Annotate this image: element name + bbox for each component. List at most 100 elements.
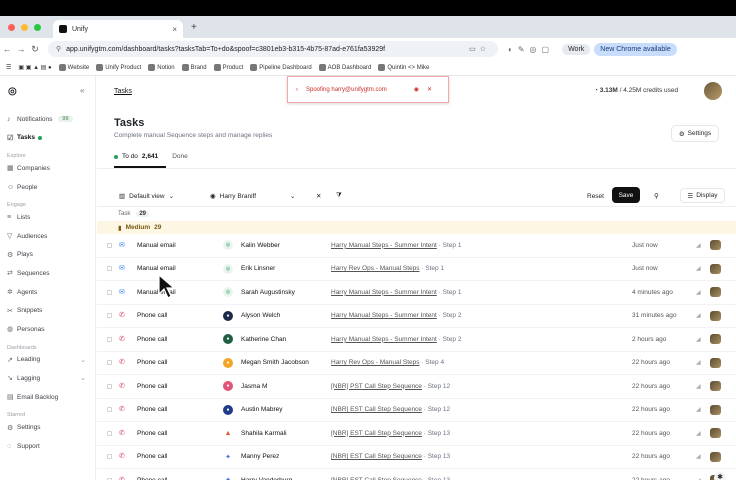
row-checkbox[interactable] xyxy=(107,407,112,413)
priority-icon[interactable]: ◢ xyxy=(696,336,701,343)
table-row[interactable]: ✆ Phone call ● Austin Mabrey [NBR] EST Call … xyxy=(97,399,736,422)
sidebar-item-tasks[interactable]: ☑ Tasks xyxy=(0,129,96,148)
priority-icon[interactable]: ◢ xyxy=(696,312,701,319)
help-widget-icon[interactable]: ✱ xyxy=(714,472,726,480)
sequence-step[interactable]: Harry Manual Steps - Summer Intent · Ste… xyxy=(331,312,461,319)
sidebar-item-personas[interactable]: ◍ Personas xyxy=(0,320,96,339)
tab-todo[interactable]: To do 2,641 xyxy=(114,153,158,160)
forward-icon[interactable]: → xyxy=(14,44,28,54)
sequence-step[interactable]: [NBR] EST Call Step Sequence · Step 13 xyxy=(331,430,450,437)
table-row[interactable]: ✆ Phone call ● Alyson Welch Harry Manual Ste… xyxy=(97,305,736,328)
table-row[interactable]: ✉ Manual email ◎ Kalin Webber Harry Manual S… xyxy=(97,234,736,258)
extensions-icon[interactable]: ◐✎◎▢ xyxy=(508,45,554,54)
bookmark-pipeline-dashboard[interactable]: Pipeline Dashboard xyxy=(250,63,312,71)
bookmark-aob-dashboard[interactable]: AOB Dashboard xyxy=(318,63,371,71)
sequence-step[interactable]: Harry Rev Ops - Manual Steps · Step 4 xyxy=(331,359,444,366)
back-icon[interactable]: ‹ xyxy=(296,87,298,93)
contact-name[interactable]: Erik Linsner xyxy=(241,265,275,272)
sidebar-item-lagging[interactable]: ↘ Lagging ⌄ xyxy=(0,369,96,388)
contact-name[interactable]: Megan Smith Jacobson xyxy=(241,359,309,366)
sequence-step[interactable]: Harry Manual Steps - Summer Intent · Ste… xyxy=(331,242,461,249)
avatar[interactable] xyxy=(704,82,722,100)
owner-select[interactable]: ◉ Harry Braniff ⌄ xyxy=(210,188,296,204)
sidebar-item-support[interactable]: ◌ Support xyxy=(0,437,96,456)
avatar[interactable] xyxy=(710,451,721,462)
address-bar[interactable]: ⚲ app.unifygtm.com/dashboard/tasks?tasks… xyxy=(48,41,498,57)
maximize-window-button[interactable] xyxy=(34,23,41,31)
bookmark-star-icon[interactable]: ▭☆ xyxy=(469,45,490,53)
priority-icon[interactable]: ◢ xyxy=(696,242,701,249)
row-checkbox[interactable] xyxy=(107,289,112,295)
sidebar-item-snippets[interactable]: ✂ Snippets xyxy=(0,301,96,320)
sequence-step[interactable]: Harry Rev Ops - Manual Steps · Step 1 xyxy=(331,265,444,272)
sequence-step[interactable]: [NBR] PST Call Step Sequence · Step 12 xyxy=(331,383,450,390)
table-row[interactable]: ✉ Manual email ◎ Sarah Augustinsky Harry Man… xyxy=(97,281,736,305)
row-checkbox[interactable] xyxy=(107,430,112,436)
contact-name[interactable]: Sarah Augustinsky xyxy=(241,289,295,296)
tab-done[interactable]: Done xyxy=(172,153,188,160)
row-checkbox[interactable] xyxy=(107,454,112,460)
browser-tab[interactable]: Unify × xyxy=(53,20,183,38)
sequence-step[interactable]: [NBR] EST Call Step Sequence · Step 12 xyxy=(331,406,450,413)
bookmark-quintin-mike[interactable]: Quintin <> Mike xyxy=(378,63,429,71)
priority-icon[interactable]: ◢ xyxy=(696,265,701,272)
avatar[interactable] xyxy=(710,357,721,368)
table-row[interactable]: ✆ Phone call ✦ Manny Perez [NBR] EST Call St… xyxy=(97,446,736,469)
bookmark-notion[interactable]: Notion xyxy=(148,63,175,71)
priority-icon[interactable]: ◢ xyxy=(696,289,701,296)
table-row[interactable]: ✆ Phone call ▲ Shahila Karmali [NBR] EST Cal… xyxy=(97,422,736,446)
reload-icon[interactable]: ↻ xyxy=(28,44,42,55)
bookmark-brand[interactable]: Brand xyxy=(181,63,207,71)
avatar[interactable] xyxy=(710,240,721,251)
sidebar-item-plays[interactable]: ⚙ Plays xyxy=(0,246,96,265)
sidebar-item-leading[interactable]: ↗ Leading ⌄ xyxy=(0,351,96,370)
site-info-icon[interactable]: ⚲ xyxy=(56,45,61,53)
sidebar-item-settings[interactable]: ⚙ Settings xyxy=(0,418,96,437)
contact-name[interactable]: Austin Mabrey xyxy=(241,406,283,413)
row-checkbox[interactable] xyxy=(107,336,112,342)
unify-logo-icon[interactable]: ◎ xyxy=(8,86,17,97)
table-row[interactable]: ✉ Manual email ◎ Erik Linsner Harry Rev Ops … xyxy=(97,258,736,281)
display-button[interactable]: ☰ Display xyxy=(680,188,725,203)
bookmark-icons[interactable]: ▣ ▣ ▲ ▤ ● xyxy=(18,64,51,71)
priority-icon[interactable]: ◢ xyxy=(696,359,701,366)
row-checkbox[interactable] xyxy=(107,242,112,248)
view-select[interactable]: ▥ Default view ⌄ xyxy=(119,188,174,204)
settings-button[interactable]: ⚙ Settings xyxy=(671,125,719,142)
table-row[interactable]: ✆Phone call✦Harry Vanderburg[NBR] EST Ca… xyxy=(97,469,736,480)
sidebar-item-audiences[interactable]: ▽ Audiences xyxy=(0,227,96,246)
table-row[interactable]: ✆ Phone call ● Jasma M [NBR] PST Call Step S… xyxy=(97,375,736,399)
save-button[interactable]: Save xyxy=(612,187,640,203)
sequence-step[interactable]: Harry Manual Steps - Summer Intent · Ste… xyxy=(331,289,461,296)
priority-icon[interactable]: ◢ xyxy=(696,430,701,437)
search-icon[interactable]: ⚲ xyxy=(654,188,659,204)
sidebar-item-lists[interactable]: ≡ Lists xyxy=(0,208,96,227)
close-tab-icon[interactable]: × xyxy=(172,25,177,34)
contact-name[interactable]: Manny Perez xyxy=(241,453,279,460)
bookmark-website[interactable]: Website xyxy=(58,63,89,71)
clear-filter-icon[interactable]: ✕ xyxy=(316,188,321,204)
contact-name[interactable]: Jasma M xyxy=(241,383,267,390)
row-checkbox[interactable] xyxy=(107,360,112,366)
close-window-button[interactable] xyxy=(8,23,15,31)
sidebar-item-email-backlog[interactable]: ▤ Email Backlog xyxy=(0,388,96,407)
minimize-window-button[interactable] xyxy=(21,23,28,31)
priority-icon[interactable]: ◢ xyxy=(696,383,701,390)
collapse-sidebar-icon[interactable]: « xyxy=(80,86,84,95)
priority-icon[interactable]: ◢ xyxy=(696,453,701,460)
avatar[interactable] xyxy=(710,287,721,298)
avatar[interactable] xyxy=(710,404,721,415)
filter-icon[interactable]: ⧩ xyxy=(336,188,342,204)
row-checkbox[interactable] xyxy=(107,383,112,389)
chevron-down-icon[interactable]: ⌄ xyxy=(80,356,86,364)
sidebar-item-sequences[interactable]: ⇄ Sequences xyxy=(0,264,96,283)
contact-name[interactable]: Katherine Chan xyxy=(241,336,286,343)
reset-button[interactable]: Reset xyxy=(587,188,604,204)
row-checkbox[interactable] xyxy=(107,313,112,319)
priority-icon[interactable]: ◢ xyxy=(696,406,701,413)
avatar[interactable] xyxy=(710,381,721,392)
sidebar-item-notifications[interactable]: ♪ Notifications 99 xyxy=(0,110,96,129)
contact-name[interactable]: Alyson Welch xyxy=(241,312,280,319)
sidebar-item-agents[interactable]: ✲ Agents xyxy=(0,283,96,302)
breadcrumb[interactable]: Tasks xyxy=(114,88,132,95)
